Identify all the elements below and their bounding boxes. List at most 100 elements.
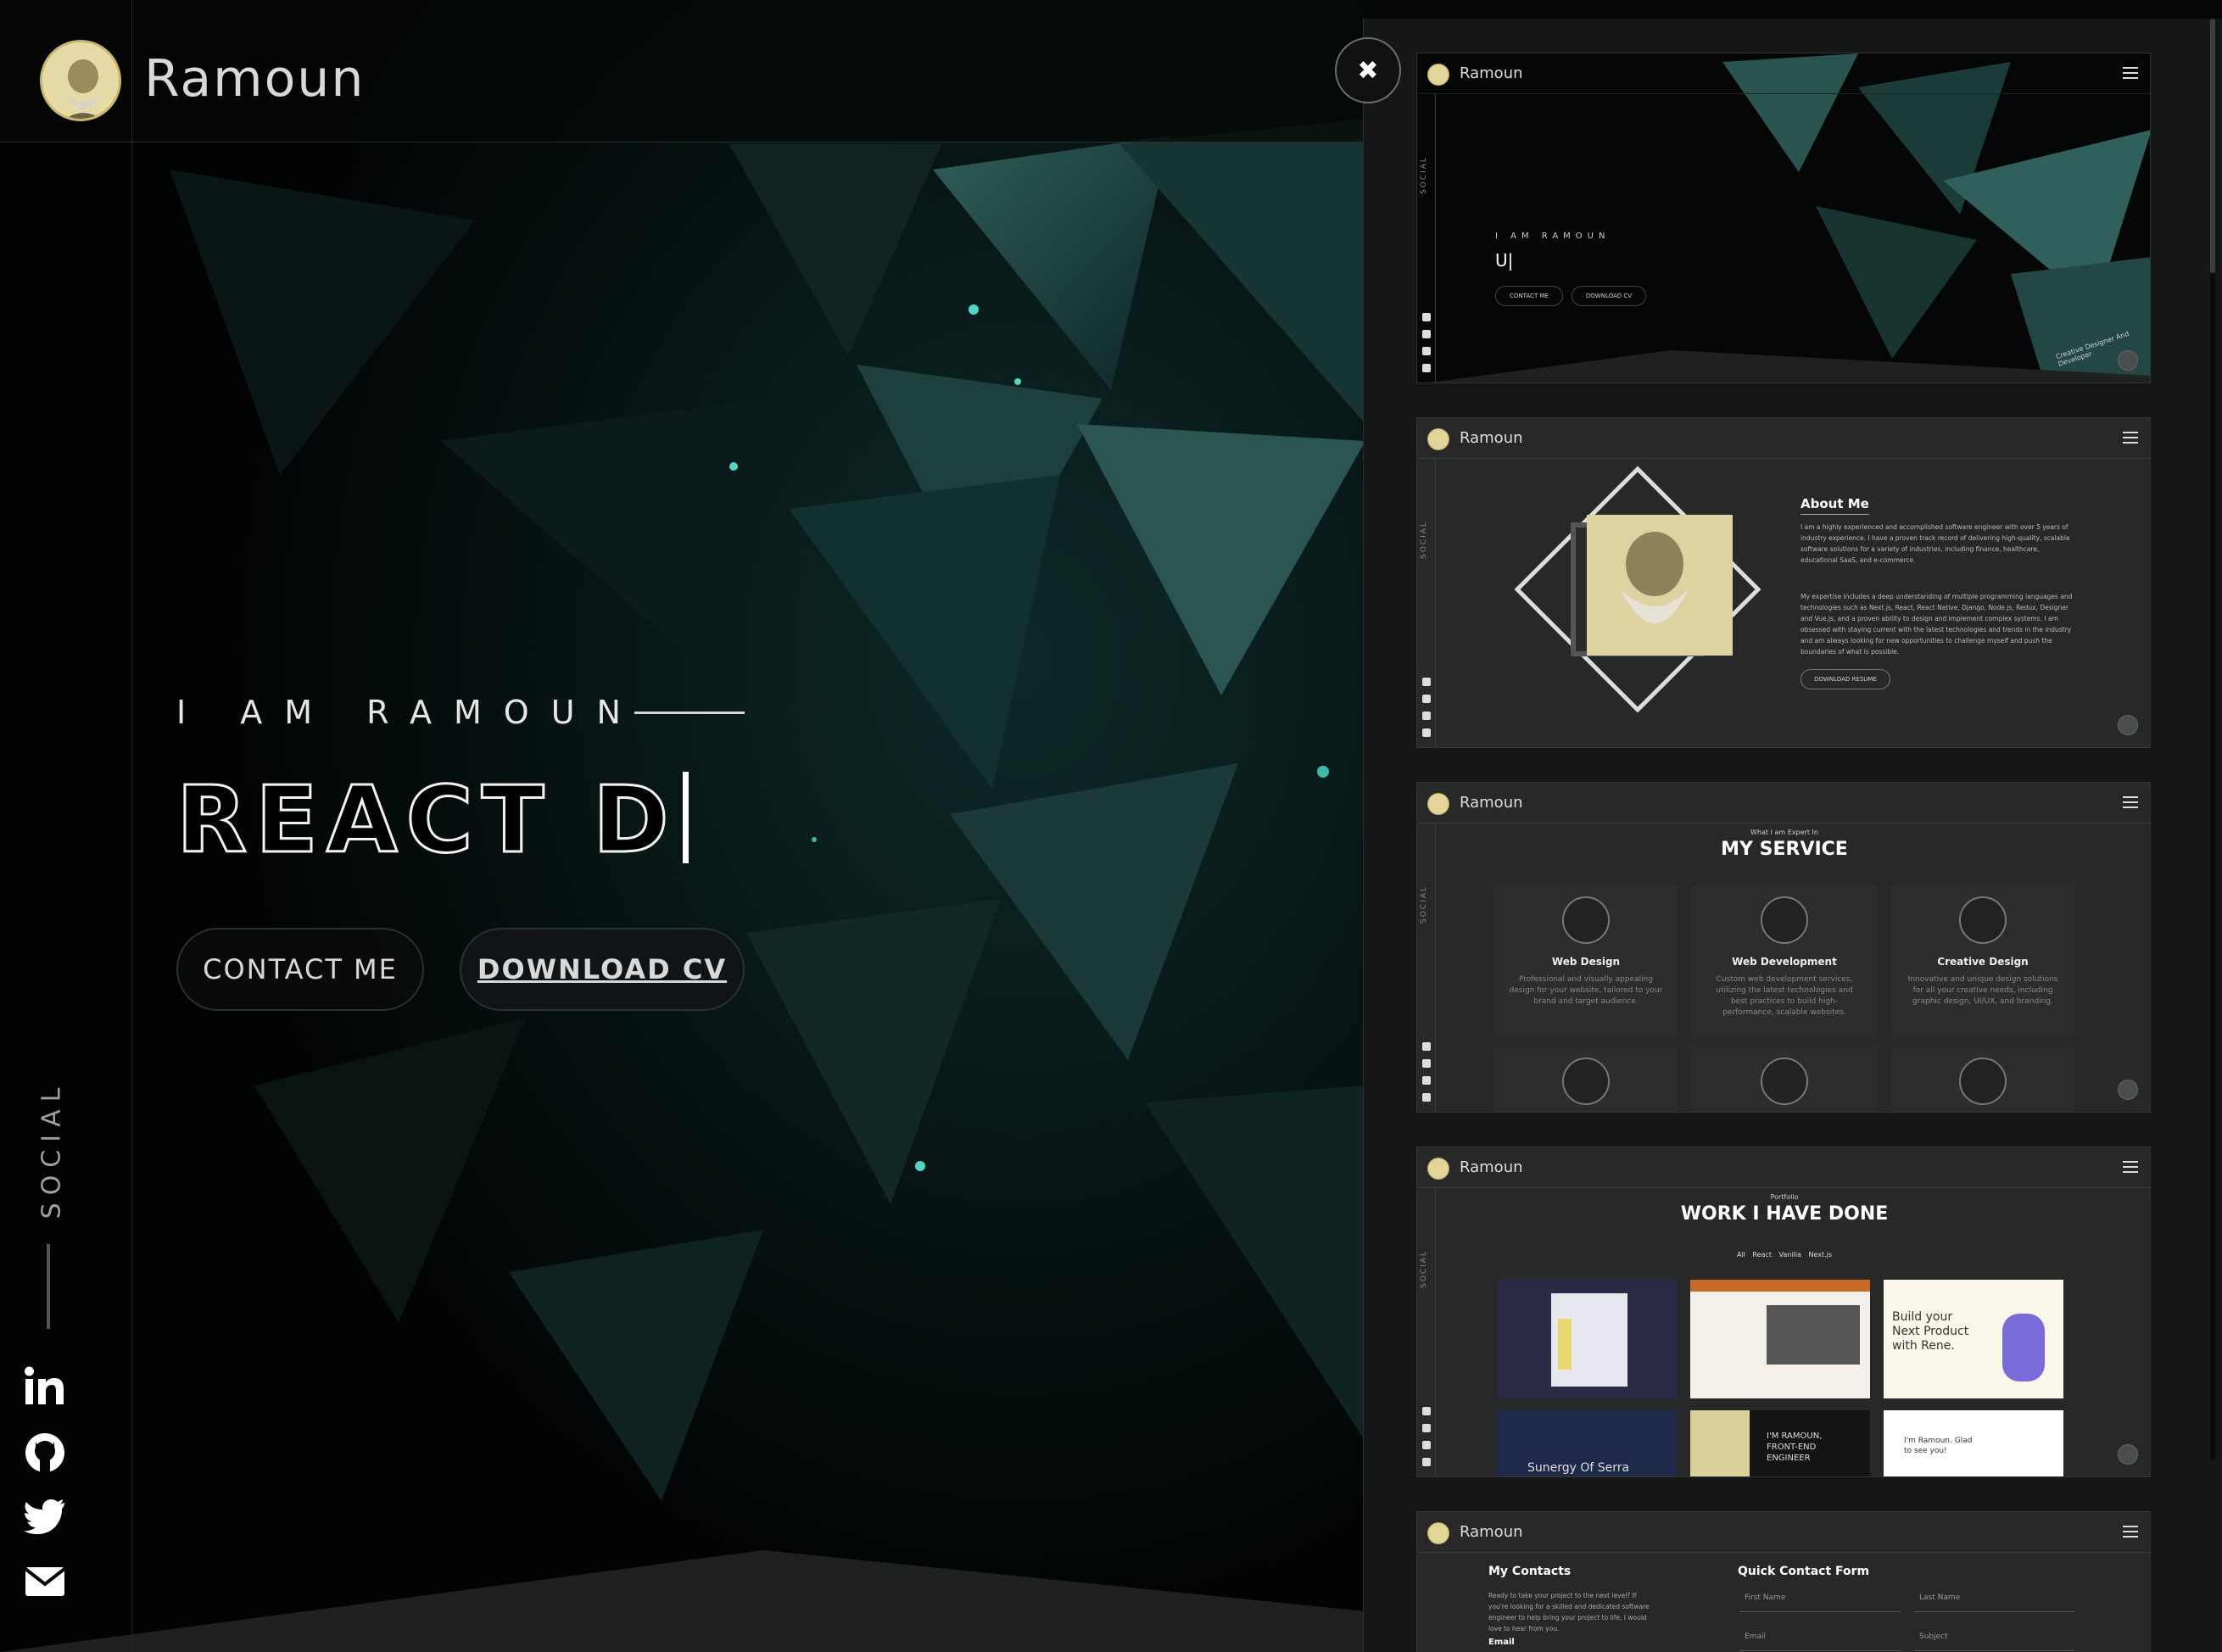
- preview-download-resume-button[interactable]: DOWNLOAD RESUME: [1800, 669, 1890, 689]
- preview-service-kicker: What I am Expert In: [1750, 829, 1818, 836]
- hamburger-icon[interactable]: [2123, 67, 2138, 79]
- preview-about-p1: I am a highly experienced and accomplish…: [1800, 523, 2070, 564]
- preview-social-icons: [1422, 1034, 1432, 1102]
- preview-download-button[interactable]: DOWNLOAD CV: [1572, 286, 1646, 306]
- github-icon[interactable]: [24, 1432, 66, 1474]
- preview-home-intro: I AM RAMOUN: [1495, 232, 1611, 241]
- portfolio-thumb-4-text: Sunergy Of Serra: [1527, 1461, 1630, 1475]
- service-card-settings[interactable]: [1692, 1046, 1877, 1112]
- preview-contacts-email-label: Email: [1488, 1638, 1515, 1647]
- preview-social-label: SOCIAL: [1420, 156, 1428, 194]
- preview-about-title: About Me: [1800, 496, 1869, 515]
- preview-avatar: [1427, 1522, 1449, 1544]
- preview-portfolio-header: Ramoun: [1417, 1147, 2150, 1188]
- preview-logo: Ramoun: [1460, 1523, 1523, 1541]
- logo-text[interactable]: Ramoun: [144, 49, 365, 109]
- service-card-creative-design[interactable]: Creative Design Innovative and unique des…: [1890, 885, 2075, 1037]
- phone-icon: [1562, 1058, 1610, 1105]
- preview-about-p2: My expertise includes a deep understandi…: [1800, 593, 2073, 656]
- last-name-field[interactable]: Last Name: [1914, 1585, 2075, 1612]
- mail-icon[interactable]: [24, 1560, 66, 1603]
- preview-logo: Ramoun: [1460, 1158, 1523, 1176]
- preview-home-role: U|: [1495, 250, 1514, 271]
- preview-sidebar: SOCIAL: [1417, 459, 1436, 747]
- email-field[interactable]: Email: [1739, 1624, 1901, 1651]
- scroll-up-icon[interactable]: [2118, 1444, 2138, 1465]
- preview-avatar: [1427, 64, 1449, 86]
- portfolio-thumb-3-text: Build your Next Product with Rene.: [1892, 1310, 1969, 1353]
- preview-contact-button[interactable]: CONTACT ME: [1495, 286, 1563, 306]
- preview-avatar: [1427, 793, 1449, 815]
- service-card-web-design[interactable]: Web Design Professional and visually appe…: [1493, 885, 1678, 1037]
- hamburger-icon[interactable]: [2123, 432, 2138, 444]
- preview-social-label: SOCIAL: [1420, 521, 1428, 559]
- filter-nextjs[interactable]: Next.js: [1808, 1251, 1832, 1259]
- hero-role-typing: REACT D: [176, 767, 689, 875]
- preview-services-header: Ramoun: [1417, 783, 2150, 823]
- preview-home-bg: [1417, 53, 2150, 382]
- scroll-up-icon[interactable]: [2118, 350, 2138, 371]
- preview-home[interactable]: Ramoun SOCIAL I AM RAMOUN U| CONTACT ME …: [1416, 53, 2151, 383]
- preview-about[interactable]: Ramoun SOCIAL About Me I am a highly exp…: [1416, 417, 2151, 748]
- hamburger-icon[interactable]: [2123, 1526, 2138, 1538]
- service-card-mobile[interactable]: [1493, 1046, 1678, 1112]
- portfolio-thumb-1[interactable]: [1497, 1280, 1677, 1398]
- panel-scrollbar-thumb[interactable]: [2210, 19, 2215, 273]
- preview-logo: Ramoun: [1460, 64, 1523, 82]
- twitter-icon[interactable]: [24, 1494, 66, 1537]
- filter-vanilla[interactable]: Vanilla: [1779, 1251, 1801, 1259]
- preview-portfolio-title: WORK I HAVE DONE: [1680, 1203, 1889, 1225]
- user-support-icon: [1959, 1058, 2007, 1105]
- service-title: Creative Design: [1937, 956, 2029, 968]
- social-label-text: SOCIAL: [36, 1080, 67, 1219]
- preview-services[interactable]: Ramoun SOCIAL What I am Expert In MY SER…: [1416, 782, 2151, 1113]
- preview-contacts-title: My Contacts: [1488, 1565, 1572, 1578]
- preview-sidebar: SOCIAL: [1417, 823, 1436, 1112]
- first-name-field[interactable]: First Name: [1739, 1585, 1901, 1612]
- preview-social-icons: [1422, 1398, 1432, 1466]
- service-card-support[interactable]: [1890, 1046, 2075, 1112]
- service-desc: Professional and visually appealing desi…: [1509, 975, 1663, 1006]
- download-cv-button[interactable]: DOWNLOAD CV: [460, 928, 745, 1011]
- linkedin-icon[interactable]: [24, 1365, 66, 1408]
- preview-contacts-text: Ready to take your project to the next l…: [1488, 1592, 1650, 1632]
- preview-panel[interactable]: Ramoun SOCIAL I AM RAMOUN U| CONTACT ME …: [1364, 19, 2222, 1652]
- portfolio-filters[interactable]: All React Vanilla Next.js: [1417, 1251, 2150, 1259]
- preview-home-header: Ramoun: [1417, 53, 2150, 94]
- portfolio-thumb-3[interactable]: Build your Next Product with Rene.: [1884, 1280, 2063, 1398]
- portfolio-thumb-6[interactable]: I'm Ramoun. Glad to see you!: [1884, 1410, 2063, 1476]
- subject-field[interactable]: Subject: [1914, 1624, 2075, 1651]
- filter-all[interactable]: All: [1737, 1251, 1745, 1259]
- scroll-up-icon[interactable]: [2118, 715, 2138, 735]
- preview-social-icons: [1422, 669, 1432, 737]
- hamburger-icon[interactable]: [2123, 1161, 2138, 1173]
- gears-icon: [1761, 1058, 1808, 1105]
- portfolio-thumb-4[interactable]: Sunergy Of Serra: [1497, 1410, 1677, 1476]
- filter-react[interactable]: React: [1752, 1251, 1772, 1259]
- preview-logo: Ramoun: [1460, 429, 1523, 447]
- preview-social-label: SOCIAL: [1420, 885, 1428, 924]
- hero-intro-text: I AM RAMOUN: [176, 694, 643, 731]
- logo-avatar[interactable]: [40, 40, 121, 121]
- contact-me-button[interactable]: CONTACT ME: [176, 928, 424, 1011]
- preview-about-portrait: [1514, 466, 1761, 713]
- portfolio-thumb-2[interactable]: [1690, 1280, 1870, 1398]
- preview-portfolio[interactable]: Ramoun SOCIAL Portfolio WORK I HAVE DONE…: [1416, 1147, 2151, 1477]
- preview-contact[interactable]: Ramoun My Contacts Ready to take your pr…: [1416, 1511, 2151, 1652]
- portfolio-thumb-5[interactable]: I'M RAMOUN, FRONT-END ENGINEER: [1690, 1410, 1870, 1476]
- top-bar: Ramoun: [0, 0, 1365, 142]
- hero-intro-rule: [634, 711, 745, 714]
- panel-scrollbar[interactable]: [2210, 19, 2215, 1460]
- sidebar-divider: [131, 0, 132, 1652]
- service-desc: Innovative and unique design solutions f…: [1907, 975, 2058, 1006]
- social-rule: [47, 1244, 50, 1329]
- hero-section: Ramoun I AM RAMOUN REACT D CONTACT ME DO…: [0, 0, 1365, 1652]
- preview-service-title: MY SERVICE: [1721, 839, 1848, 860]
- preview-avatar: [1427, 428, 1449, 450]
- service-card-web-development[interactable]: Web Development Custom web development se…: [1692, 885, 1877, 1037]
- close-button[interactable]: ✖: [1335, 37, 1401, 103]
- service-title: Web Design: [1551, 956, 1621, 968]
- preview-contact-header: Ramoun: [1417, 1512, 2150, 1553]
- hamburger-icon[interactable]: [2123, 796, 2138, 808]
- scroll-up-icon[interactable]: [2118, 1080, 2138, 1100]
